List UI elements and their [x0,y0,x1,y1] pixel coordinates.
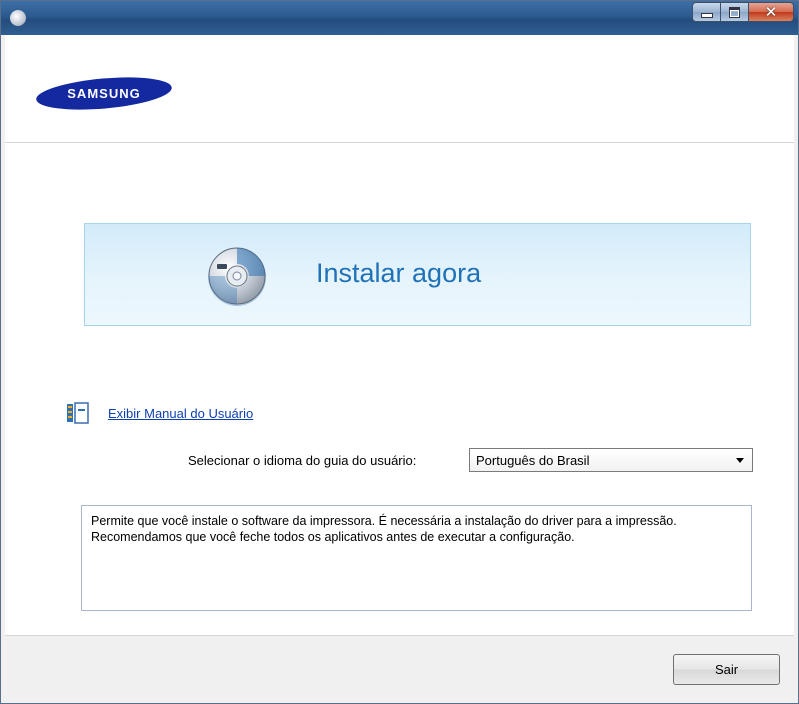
samsung-logo: SAMSUNG [36,77,172,110]
app-icon[interactable] [10,10,26,26]
samsung-logo-text: SAMSUNG [67,86,140,101]
dropdown-arrow-icon[interactable] [736,457,744,463]
manual-book-icon [67,402,89,424]
close-icon: ✕ [764,2,778,21]
caption-buttons: ✕ [692,2,794,22]
installer-window: ✕ SAMSUNG Instalar agora Exibir Manual d… [0,0,799,704]
user-manual-link-text[interactable]: Exibir Manual do Usuário [108,406,253,421]
description-line-2: Recomendamos que você feche todos os apl… [91,530,575,544]
minimize-button[interactable] [692,2,721,22]
language-label: Selecionar o idioma do guia do usuário: [188,453,417,468]
language-row: Selecionar o idioma do guia do usuário: … [188,448,753,472]
minimize-icon [700,12,713,18]
brand-header: SAMSUNG [5,35,794,143]
title-bar[interactable]: ✕ [1,1,798,35]
footer-bar: Sair [5,635,794,703]
cd-disc-icon [208,247,266,306]
description-box: Permite que você instale o software da i… [81,505,752,611]
install-now-label: Instalar agora [316,258,482,288]
user-manual-link[interactable]: Exibir Manual do Usuário [67,402,253,424]
language-select[interactable]: Português do Brasil [469,448,753,472]
install-now-button[interactable]: Instalar agora [84,223,751,326]
description-line-1: Permite que você instale o software da i… [91,514,677,528]
language-selected-value: Português do Brasil [476,452,590,468]
main-content: SAMSUNG Instalar agora Exibir Manual do … [5,35,794,703]
maximize-button[interactable] [720,2,749,22]
exit-button[interactable]: Sair [673,654,780,685]
close-button[interactable]: ✕ [748,2,794,22]
maximize-icon [729,6,740,18]
